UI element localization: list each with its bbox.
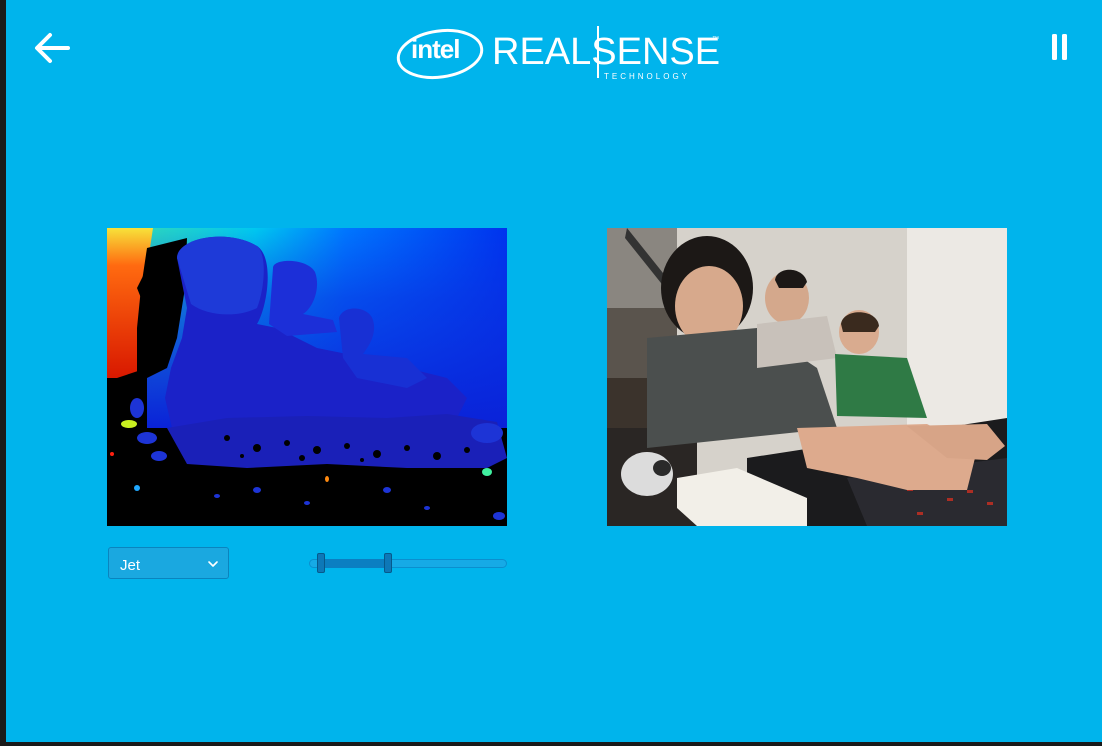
rgb-camera-stream-image [607,228,1007,526]
realsense-viewer-app: intel REALSENSE ™ TECHNOLOGY Jet [6,0,1102,742]
chevron-down-icon [208,561,218,567]
logo-divider [597,26,599,78]
realsense-wordmark: REALSENSE [492,31,721,73]
colormap-selected-value: Jet [120,557,141,574]
technology-subtitle: TECHNOLOGY [604,72,691,81]
pause-icon [1052,34,1067,60]
trademark-symbol: ™ [712,36,719,43]
slider-range-fill [320,559,389,568]
arrow-left-icon [35,33,70,63]
back-button[interactable] [32,30,72,66]
color-stream-view [607,228,1007,526]
colormap-select[interactable]: Jet [108,547,229,579]
depth-range-slider[interactable] [309,553,507,575]
pause-button[interactable] [1048,32,1072,64]
intel-realsense-logo: intel REALSENSE ™ TECHNOLOGY [396,22,726,84]
slider-thumb-high[interactable] [384,553,393,573]
depth-stream-view [107,228,507,526]
slider-thumb-low[interactable] [316,553,325,573]
intel-logo: intel [396,22,488,84]
intel-wordmark: intel [411,34,460,64]
depth-stream-image [107,228,507,526]
